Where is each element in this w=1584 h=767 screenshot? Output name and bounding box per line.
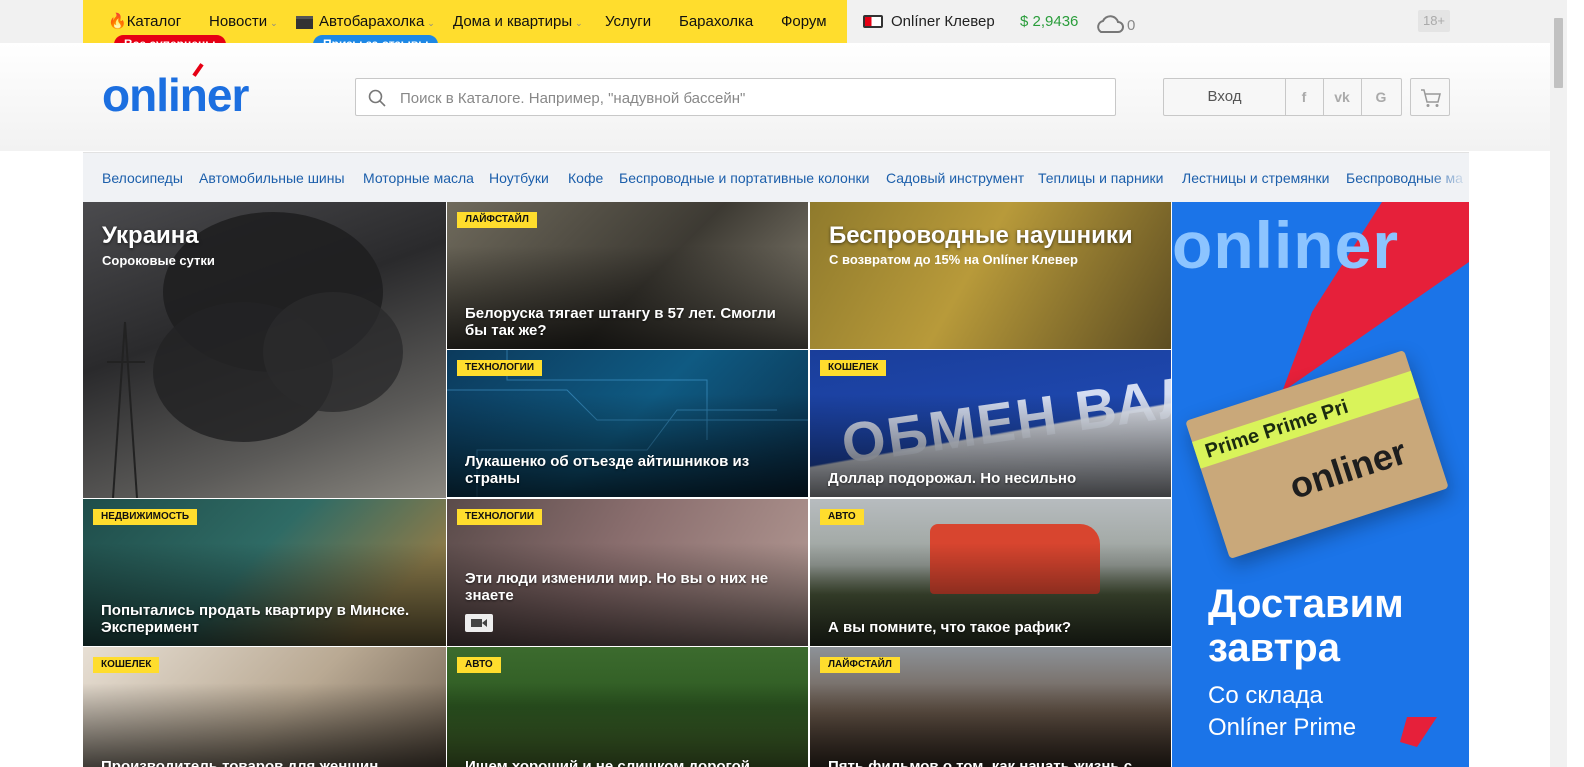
category-link[interactable]: Ноутбуки [489,170,549,186]
news-tile[interactable]: АВТО А вы помните, что такое рафик? [810,499,1171,646]
nav-baraholka[interactable]: Барахолка [679,13,753,31]
strip-fade [1429,153,1469,203]
chevron-down-icon: ⌄ [575,18,583,28]
news-tile[interactable]: ТЕХНОЛОГИИ Эти люди изменили мир. Но вы … [447,499,808,646]
google-icon[interactable]: G [1362,79,1400,115]
news-tile[interactable]: ОБМЕН ВАЛЮТ КОШЕЛЕК Доллар подорожал. Но… [810,350,1171,497]
news-tag: ЛАЙФСТАЙЛ [820,657,900,673]
news-featured[interactable]: Украина Сороковые сутки [83,202,446,498]
category-link[interactable]: Автомобильные шины [199,170,345,186]
age-rating: 18+ [1418,10,1450,32]
vk-icon[interactable]: vk [1323,79,1362,115]
news-tag: АВТО [820,509,864,525]
news-title: Лукашенко об отъезде айтишников из стран… [465,453,750,487]
nav-services[interactable]: Услуги [605,13,651,31]
news-title: Пять фильмов о том, как начать жизнь с [828,758,1133,767]
search-icon [368,89,386,107]
category-link[interactable]: Моторные масла [363,170,474,186]
news-title: Белоруска тягает штангу в 57 лет. Смогли… [465,305,776,339]
news-tile[interactable]: АВТО Ищем хороший и не слишком дорогой [447,647,808,767]
news-title: Эти люди изменили мир. Но вы о них не зн… [465,570,769,604]
news-tag: ТЕХНОЛОГИИ [457,509,543,525]
news-tile[interactable]: ТЕХНОЛОГИИ Лукашенко об отъезде айтишник… [447,350,808,497]
category-link[interactable]: Кофе [568,170,603,186]
news-tile[interactable]: НЕДВИЖИМОСТЬ Попытались продать квартиру… [83,499,446,646]
card-icon [296,15,313,29]
video-icon [465,614,493,632]
news-promo[interactable]: Беспроводные наушники С возвратом до 15%… [810,202,1171,349]
scrollbar-thumb[interactable] [1554,18,1563,88]
search-box[interactable] [355,78,1116,117]
category-link[interactable]: Садовый инструмент [886,170,1024,186]
cloud-icon [1097,15,1124,33]
news-title: Производитель товаров для женщин [101,758,379,767]
ad-brand: onliner [1172,208,1400,282]
clever-card-icon [863,15,883,28]
news-title: Доллар подорожал. Но несильно [828,470,1077,487]
login-button[interactable]: Вход [1164,79,1286,115]
currency-rate[interactable]: $ 2,9436 [1020,13,1078,31]
weather[interactable]: 0 [1094,13,1135,35]
news-tag: ЛАЙФСТАЙЛ [457,212,537,228]
category-link[interactable]: Беспроводные и портативные колонки [619,170,870,186]
category-link[interactable]: Лестницы и стремянки [1182,170,1330,186]
nav-catalog[interactable]: 🔥Каталог [108,13,181,31]
cart-button[interactable] [1410,78,1450,116]
ad-banner[interactable]: onliner Prime Prime Pri onliner Доставим… [1172,202,1469,767]
nav-realty[interactable]: Дома и квартиры ⌄ [453,13,583,32]
news-tag: КОШЕЛЕК [820,360,887,376]
scrollbar[interactable] [1550,0,1567,767]
news-tag: АВТО [457,657,501,673]
news-tag: ТЕХНОЛОГИИ [457,360,543,376]
login-group: Вход f vk G [1163,78,1402,116]
chevron-down-icon: ⌄ [270,18,278,28]
news-title: Ищем хороший и не слишком дорогой [465,758,750,767]
nav-news[interactable]: Новости ⌄ [209,13,278,32]
nav-forum[interactable]: Форум [781,13,827,31]
nav-auto[interactable]: Автобарахолка ⌄ [296,13,435,32]
news-title: Попытались продать квартиру в Минске. Эк… [101,602,410,636]
news-tag: КОШЕЛЕК [93,657,160,673]
search-input[interactable] [398,79,1102,117]
ad-headline: Доставим завтра [1208,582,1404,670]
category-strip: Велосипеды Автомобильные шины Моторные м… [83,152,1469,203]
news-title: А вы помните, что такое рафик? [828,619,1072,636]
news-subtitle: Сороковые сутки [102,253,215,268]
clever-link[interactable]: Onlíner Клевер [863,13,995,31]
cart-icon [1421,89,1441,107]
news-title: Беспроводные наушники [829,222,1133,249]
chevron-down-icon: ⌄ [427,18,435,28]
news-tile[interactable]: ЛАЙФСТАЙЛ Белоруска тягает штангу в 57 л… [447,202,808,349]
ad-subtext: Со склада Onlíner Prime [1208,682,1357,741]
news-subtitle: С возвратом до 15% на Onlíner Клевер [829,252,1078,267]
news-tile[interactable]: ЛАЙФСТАЙЛ Пять фильмов о том, как начать… [810,647,1171,767]
category-link[interactable]: Теплицы и парники [1038,170,1163,186]
fire-icon: 🔥 [108,13,127,30]
facebook-icon[interactable]: f [1285,79,1324,115]
site-logo[interactable]: onliner [102,70,249,120]
news-tile[interactable]: КОШЕЛЕК Производитель товаров для женщин [83,647,446,767]
category-link[interactable]: Велосипеды [102,170,183,186]
news-tag: НЕДВИЖИМОСТЬ [93,509,198,525]
news-title: Украина [102,222,199,249]
